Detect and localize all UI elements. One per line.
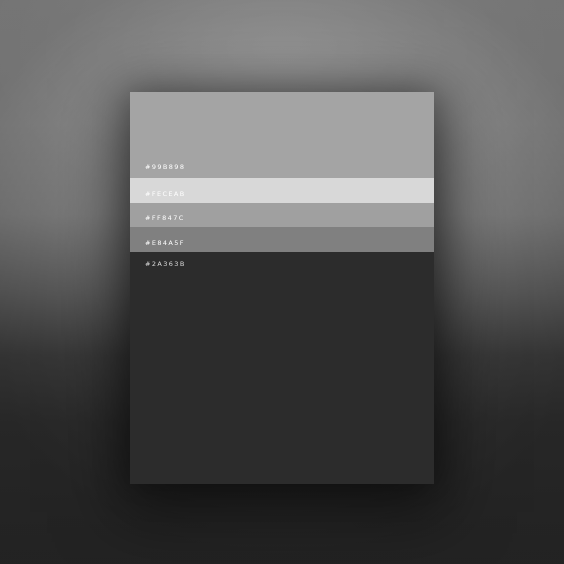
swatch-5: #2A363B	[130, 252, 434, 484]
swatch-hex-label: #E84A5F	[145, 239, 185, 247]
swatch-hex-label: #99B898	[145, 163, 186, 171]
swatch-3: #FF847C	[130, 203, 434, 227]
swatch-hex-label: #2A363B	[145, 260, 186, 268]
swatch-hex-label: #FF847C	[145, 214, 185, 222]
palette-card: #99B898 #FECEAB #FF847C #E84A5F #2A363B	[130, 92, 434, 484]
swatch-2: #FECEAB	[130, 178, 434, 203]
swatch-hex-label: #FECEAB	[145, 190, 186, 198]
swatch-4: #E84A5F	[130, 227, 434, 252]
swatch-1: #99B898	[130, 92, 434, 178]
